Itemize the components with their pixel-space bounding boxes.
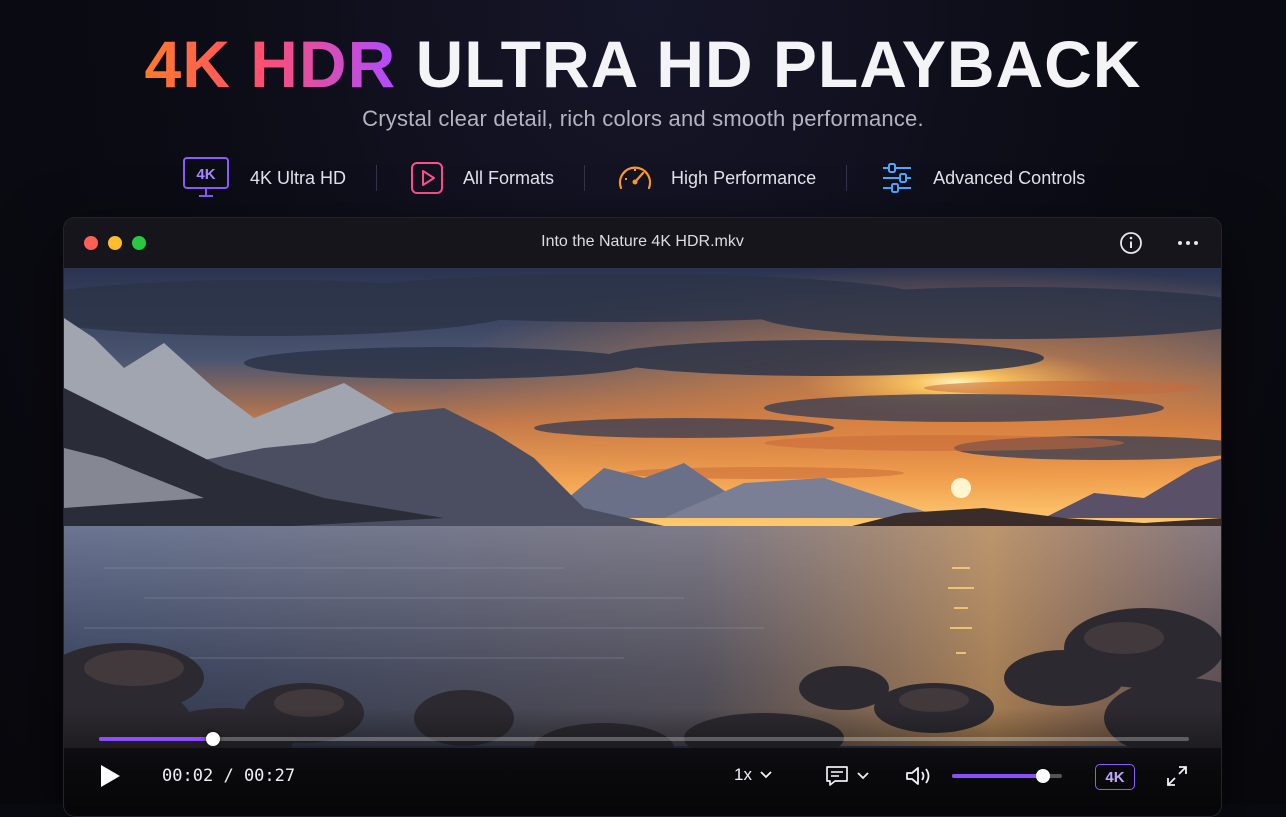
play-button[interactable] xyxy=(96,762,124,790)
feature-divider xyxy=(584,165,586,191)
feature-divider xyxy=(376,165,378,191)
playback-speed-value: 1x xyxy=(734,765,752,784)
feature-list: 4K 4K Ultra HD All Formats High Performa… xyxy=(178,156,1085,200)
volume-slider-fill xyxy=(952,774,1044,778)
window-title: Into the Nature 4K HDR.mkv xyxy=(541,233,744,250)
play-square-icon xyxy=(407,156,447,200)
4k-monitor-badge: 4K xyxy=(196,166,215,183)
volume-button[interactable] xyxy=(904,763,934,789)
chevron-down-icon xyxy=(857,772,869,780)
time-display: 00:02 / 00:27 xyxy=(162,766,295,786)
player-window: Into the Nature 4K HDR.mkv 00:02 / 00:27… xyxy=(63,217,1222,817)
feature-label: 4K Ultra HD xyxy=(250,167,347,188)
feature-label: All Formats xyxy=(463,167,555,188)
seek-bar[interactable] xyxy=(99,732,1189,746)
play-icon xyxy=(101,765,120,787)
more-options-icon[interactable] xyxy=(1175,230,1201,256)
feature-label: High Performance xyxy=(671,167,817,188)
feature-4k-ultra-hd: 4K 4K Ultra HD xyxy=(178,156,346,200)
video-frame[interactable]: 00:02 / 00:27 1x 4K xyxy=(64,268,1221,816)
fullscreen-button[interactable] xyxy=(1164,763,1190,789)
current-time: 00:02 xyxy=(162,766,214,786)
feature-advanced-controls: Advanced Controls xyxy=(877,156,1085,200)
subtitles-dropdown[interactable] xyxy=(822,763,872,789)
feature-all-formats: All Formats xyxy=(407,156,554,200)
feature-divider xyxy=(846,165,848,191)
volume-slider[interactable] xyxy=(952,769,1062,783)
chevron-down-icon xyxy=(760,771,772,779)
hero-title-rest: ULTRA HD PLAYBACK xyxy=(415,27,1142,101)
speedometer-icon xyxy=(615,156,655,200)
seek-bar-progress xyxy=(99,737,214,741)
quality-4k-button[interactable]: 4K xyxy=(1095,764,1135,790)
hero-title: 4K HDR ULTRA HD PLAYBACK xyxy=(0,26,1286,102)
playback-speed-dropdown[interactable]: 1x xyxy=(734,765,772,785)
volume-icon xyxy=(906,767,930,785)
sliders-icon xyxy=(877,156,917,200)
info-icon[interactable] xyxy=(1118,230,1144,256)
4k-monitor-icon: 4K xyxy=(178,156,234,200)
total-time: 00:27 xyxy=(243,766,296,786)
hero-title-accent: 4K HDR xyxy=(144,27,397,101)
time-separator: / xyxy=(223,766,234,786)
feature-label: Advanced Controls xyxy=(933,167,1086,188)
fullscreen-icon xyxy=(1167,766,1187,786)
window-titlebar: Into the Nature 4K HDR.mkv xyxy=(64,218,1221,268)
subtitles-icon xyxy=(826,766,848,786)
feature-high-performance: High Performance xyxy=(615,156,816,200)
hero-subtitle: Crystal clear detail, rich colors and sm… xyxy=(362,106,924,131)
controls-overlay xyxy=(64,708,1221,816)
